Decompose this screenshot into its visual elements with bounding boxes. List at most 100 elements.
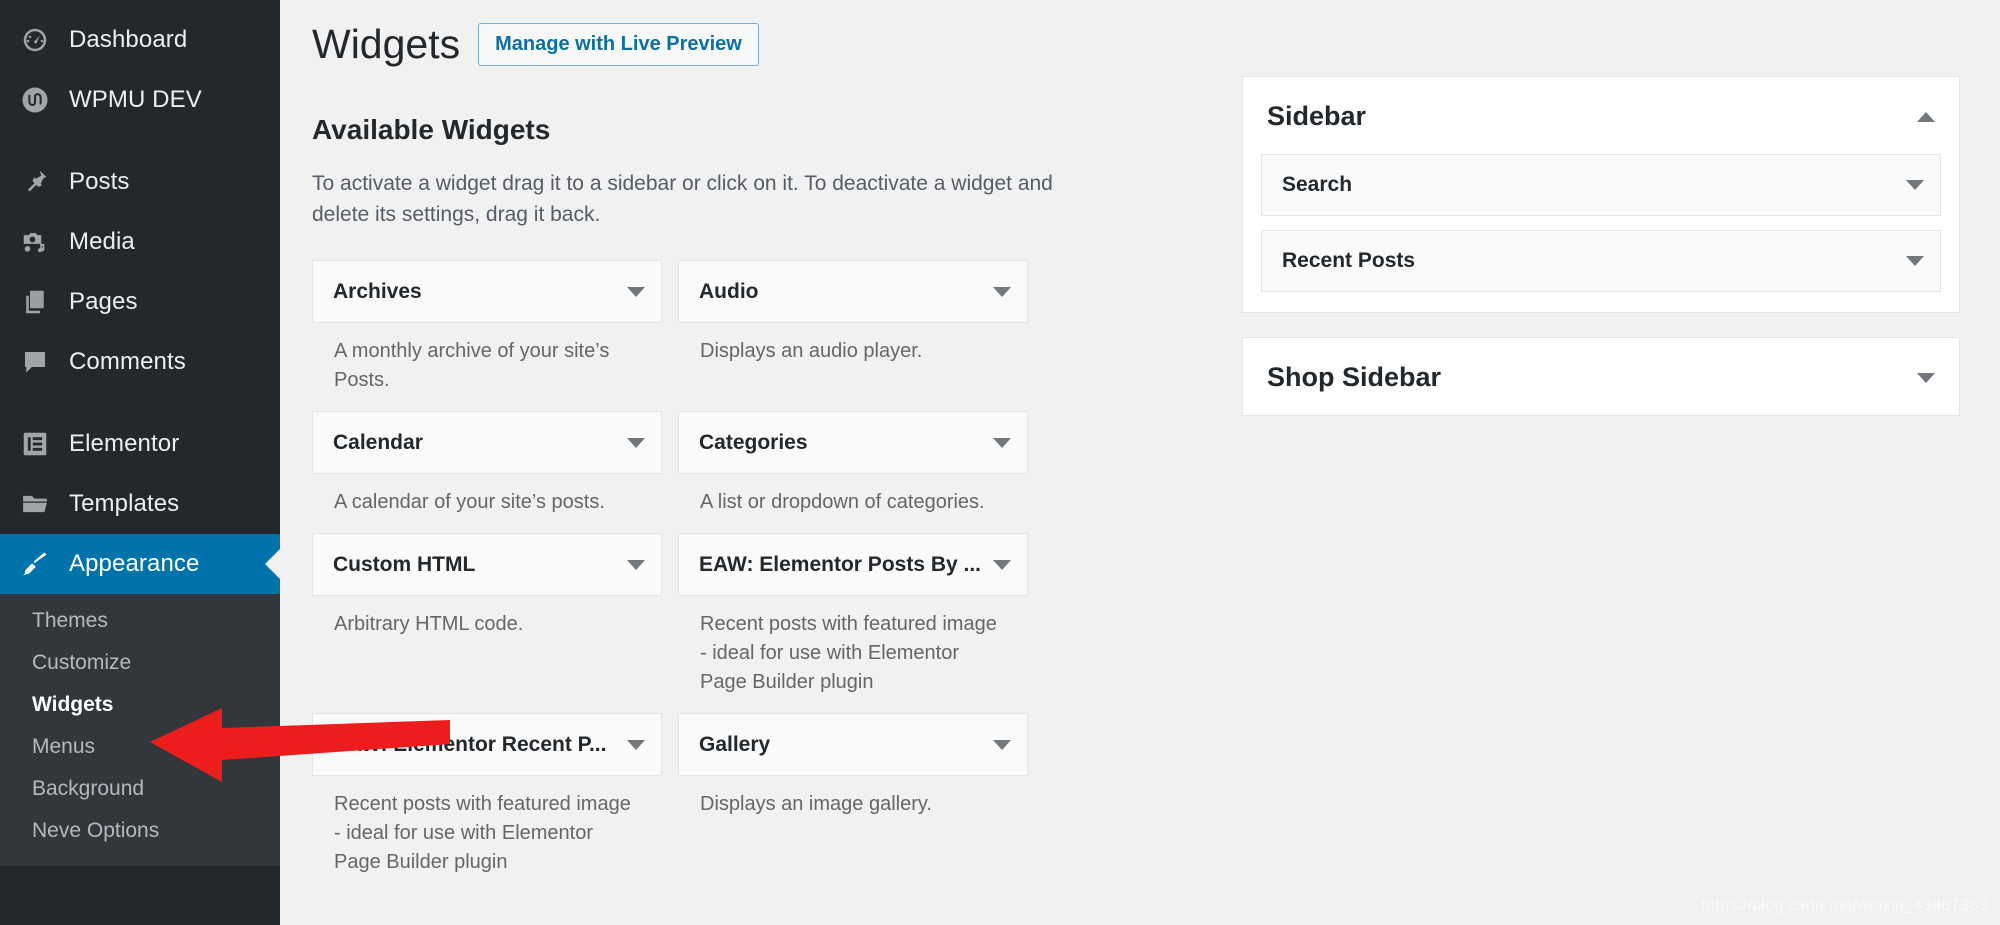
sidebar-item-media[interactable]: Media: [0, 212, 280, 272]
submenu-item-neve-options[interactable]: Neve Options: [0, 810, 280, 852]
widget-cell: Custom HTML Arbitrary HTML code.: [312, 533, 662, 697]
widget-card-archives[interactable]: Archives: [312, 260, 662, 324]
wpmudev-icon: [17, 82, 53, 118]
widget-description: A monthly archive of your site’s Posts.: [334, 340, 610, 392]
widget-description: A list or dropdown of categories.: [700, 491, 985, 514]
admin-sidebar-menu: Dashboard WPMU DEV Posts Media Pages Com…: [0, 0, 280, 925]
paintbrush-icon: [17, 546, 53, 582]
widget-cell: EAW: Elementor Posts By ... Recent posts…: [678, 533, 1028, 697]
widget-description: Recent posts with featured image - ideal…: [334, 793, 631, 874]
sidebar-item-appearance[interactable]: Appearance: [0, 534, 280, 594]
sidebar-panel-shop-sidebar: Shop Sidebar: [1242, 337, 1960, 416]
available-widgets-column: Widgets Manage with Live Preview Availab…: [312, 18, 1212, 893]
assigned-widget-search[interactable]: Search: [1261, 154, 1941, 216]
chevron-down-icon[interactable]: [1917, 372, 1935, 383]
widget-title: Search: [1282, 173, 1353, 196]
sidebar-item-label: Appearance: [69, 550, 200, 577]
sidebar-item-posts[interactable]: Posts: [0, 152, 280, 212]
submenu-item-themes[interactable]: Themes: [0, 600, 280, 642]
submenu-item-label: Themes: [32, 609, 108, 632]
widget-cell: Archives A monthly archive of your site’…: [312, 260, 662, 395]
chevron-down-icon[interactable]: [1906, 180, 1924, 190]
sidebar-item-label: Posts: [69, 168, 130, 195]
sidebar-item-label: Media: [69, 228, 135, 255]
widget-title: Audio: [699, 279, 759, 303]
menu-separator: [0, 130, 280, 152]
wp-admin-widgets-screen: Dashboard WPMU DEV Posts Media Pages Com…: [0, 0, 2000, 925]
sidebar-item-label: WPMU DEV: [69, 86, 202, 113]
menu-separator: [0, 392, 280, 414]
submenu-item-label: Menus: [32, 735, 96, 758]
widget-cell: EAW: Elementor Recent P... Recent posts …: [312, 713, 662, 877]
chevron-down-icon[interactable]: [627, 437, 645, 448]
widget-card-custom-html[interactable]: Custom HTML: [312, 533, 662, 597]
media-icon: [17, 224, 53, 260]
elementor-icon: [17, 426, 53, 462]
widget-title: Gallery: [699, 732, 771, 756]
widget-card-eaw-elementor-posts-by[interactable]: EAW: Elementor Posts By ...: [678, 533, 1028, 597]
sidebar-item-pages[interactable]: Pages: [0, 272, 280, 332]
chevron-down-icon[interactable]: [993, 559, 1011, 570]
chevron-down-icon[interactable]: [993, 286, 1011, 297]
sidebar-item-label: Pages: [69, 288, 138, 315]
widgets-main-content: Widgets Manage with Live Preview Availab…: [280, 0, 2000, 925]
sidebar-item-elementor[interactable]: Elementor: [0, 414, 280, 474]
sidebar-panel-header[interactable]: Sidebar: [1243, 77, 1959, 154]
comments-icon: [17, 344, 53, 380]
submenu-item-label: Neve Options: [32, 819, 160, 842]
sidebar-panel-body: Search Recent Posts: [1243, 154, 1959, 312]
manage-with-live-preview-button[interactable]: Manage with Live Preview: [478, 22, 759, 66]
sidebar-item-label: Comments: [69, 348, 186, 375]
widget-card-eaw-elementor-recent-posts[interactable]: EAW: Elementor Recent P...: [312, 713, 662, 777]
sidebar-item-wpmu-dev[interactable]: WPMU DEV: [0, 70, 280, 130]
submenu-item-background[interactable]: Background: [0, 768, 280, 810]
submenu-item-menus[interactable]: Menus: [0, 726, 280, 768]
sidebar-panel-title: Sidebar: [1267, 101, 1367, 131]
widget-cell: Categories A list or dropdown of categor…: [678, 411, 1028, 517]
chevron-down-icon[interactable]: [1906, 256, 1924, 266]
dashboard-icon: [17, 22, 53, 58]
pin-icon: [17, 164, 53, 200]
sidebar-item-comments[interactable]: Comments: [0, 332, 280, 392]
page-title: Widgets: [312, 20, 461, 67]
submenu-item-label: Widgets: [32, 693, 114, 716]
widget-cell: Calendar A calendar of your site’s posts…: [312, 411, 662, 517]
assigned-widget-recent-posts[interactable]: Recent Posts: [1261, 230, 1941, 292]
widget-card-categories[interactable]: Categories: [678, 411, 1028, 475]
submenu-item-label: Customize: [32, 651, 132, 674]
sidebar-item-label: Dashboard: [69, 26, 188, 53]
chevron-down-icon[interactable]: [627, 286, 645, 297]
sidebar-item-templates[interactable]: Templates: [0, 474, 280, 534]
watermark: https://blog.csdn.net/weixin_43887383: [1701, 897, 1988, 914]
submenu-item-widgets[interactable]: Widgets: [0, 684, 280, 726]
widget-description: Arbitrary HTML code.: [334, 613, 524, 636]
widget-title: Archives: [333, 279, 422, 303]
chevron-up-icon[interactable]: [1917, 111, 1935, 122]
chevron-down-icon[interactable]: [627, 739, 645, 750]
submenu-item-customize[interactable]: Customize: [0, 642, 280, 684]
widget-card-gallery[interactable]: Gallery: [678, 713, 1028, 777]
page-header: Widgets Manage with Live Preview: [312, 18, 1212, 70]
widget-card-calendar[interactable]: Calendar: [312, 411, 662, 475]
widget-title: Categories: [699, 430, 808, 454]
sidebar-panel-sidebar: Sidebar Search Recent Posts: [1242, 76, 1960, 313]
chevron-down-icon[interactable]: [993, 437, 1011, 448]
widget-title: Calendar: [333, 430, 423, 454]
widget-card-audio[interactable]: Audio: [678, 260, 1028, 324]
sidebar-panel-title: Shop Sidebar: [1267, 362, 1442, 392]
widget-description: Displays an audio player.: [700, 340, 923, 363]
widget-description: Recent posts with featured image - ideal…: [700, 613, 997, 694]
sidebar-item-dashboard[interactable]: Dashboard: [0, 10, 280, 70]
widget-title: Recent Posts: [1282, 249, 1416, 272]
available-widgets-heading: Available Widgets: [312, 114, 551, 145]
appearance-submenu: Themes Customize Widgets Menus Backgroun…: [0, 594, 280, 866]
theme-sidebars-column: Sidebar Search Recent Posts Shop Sidebar: [1242, 18, 1960, 893]
widget-title: EAW: Elementor Recent P...: [333, 732, 607, 756]
widget-title: Custom HTML: [333, 552, 476, 576]
pages-icon: [17, 284, 53, 320]
sidebar-panel-header[interactable]: Shop Sidebar: [1243, 338, 1959, 415]
chevron-down-icon[interactable]: [993, 739, 1011, 750]
chevron-down-icon[interactable]: [627, 559, 645, 570]
sidebar-item-label: Elementor: [69, 430, 180, 457]
widget-description: A calendar of your site’s posts.: [334, 491, 605, 514]
